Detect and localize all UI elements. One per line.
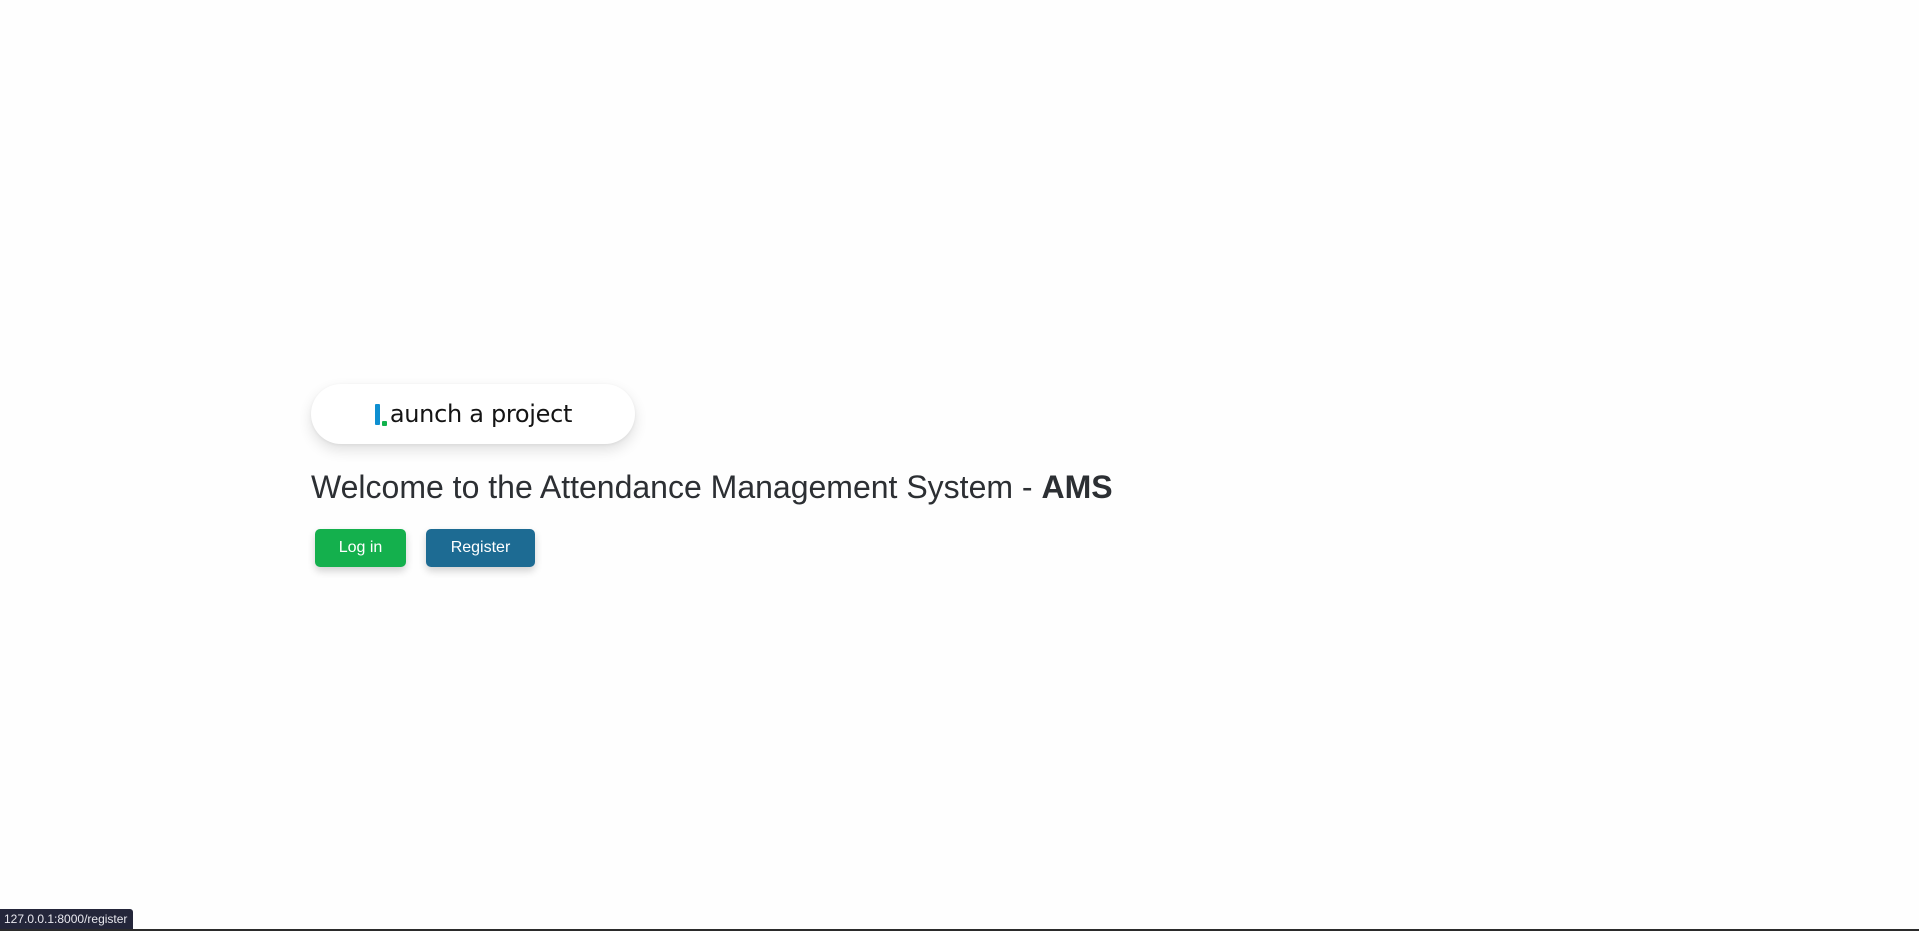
page-title: Welcome to the Attendance Management Sys… <box>311 468 1113 506</box>
page-title-acronym: AMS <box>1041 469 1113 505</box>
welcome-page: aunch a project Welcome to the Attendanc… <box>0 0 1919 931</box>
brand-logo-text: aunch a project <box>389 400 573 428</box>
page-title-text: Welcome to the Attendance Management Sys… <box>311 469 1042 505</box>
launch-logo-icon <box>374 404 388 426</box>
link-preview-url: 127.0.0.1:8000/register <box>0 909 134 929</box>
login-button[interactable]: Log in <box>315 529 406 568</box>
brand-logo: aunch a project <box>311 384 635 444</box>
auth-actions: Log in Register <box>311 529 1113 568</box>
hero-section: aunch a project Welcome to the Attendanc… <box>311 384 1113 568</box>
register-button[interactable]: Register <box>426 529 535 568</box>
